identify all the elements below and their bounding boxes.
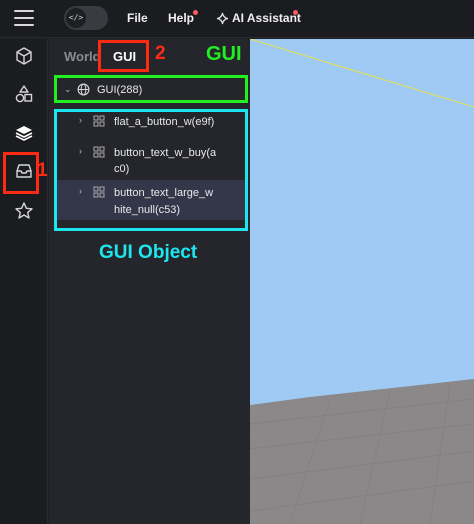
list-item-label-cont: c0) [114,163,130,175]
star-icon[interactable] [14,201,34,221]
help-notification-dot [193,10,198,15]
chevron-down-icon[interactable]: ⌄ [64,84,72,95]
gui-object-callout-label: GUI Object [99,242,198,263]
ai-assistant-label: AI Assistant [232,11,301,25]
scene-viewport[interactable] [250,39,474,524]
menu-help[interactable]: Help [168,11,194,25]
left-rail [0,39,48,524]
scene-render [250,39,474,524]
gui-root-item[interactable]: GUI(288) [97,84,142,96]
grid-icon [93,115,105,127]
gui-callout-label: GUI [206,43,242,65]
cube-icon[interactable] [14,46,34,66]
layers-icon[interactable] [14,123,34,143]
globe-icon [77,83,90,96]
tab-world[interactable]: World [64,49,101,64]
grid-icon [93,186,105,198]
chevron-right-icon[interactable]: › [79,186,82,196]
code-mode-toggle[interactable]: </> [64,6,108,30]
menu-file[interactable]: File [127,11,148,25]
shapes-icon[interactable] [14,84,34,104]
menu-ai-assistant[interactable]: AI Assistant [216,11,301,25]
code-icon: </> [66,8,86,28]
hierarchy-panel: World GUI 2 GUI ⌄ GUI(288) › flat_a_butt… [49,39,250,524]
list-item-label: flat_a_button_w(e9f) [114,116,215,128]
step-2-label: 2 [155,43,166,64]
tab-gui[interactable]: GUI [113,49,136,64]
ai-notification-dot [293,10,298,15]
hamburger-menu-icon[interactable] [14,10,34,26]
chevron-right-icon[interactable]: › [79,115,82,125]
list-item-label: button_text_large_w [114,187,214,199]
ai-assistant-icon [216,12,229,25]
step-1-label: 1 [37,160,48,181]
inbox-icon[interactable] [14,161,34,181]
grid-icon [93,146,105,158]
list-item-label-cont: hite_null(c53) [114,204,181,216]
top-bar: </> File Help AI Assistant [0,0,474,38]
chevron-right-icon[interactable]: › [79,146,82,156]
list-item-label: button_text_w_buy(a [114,147,217,159]
